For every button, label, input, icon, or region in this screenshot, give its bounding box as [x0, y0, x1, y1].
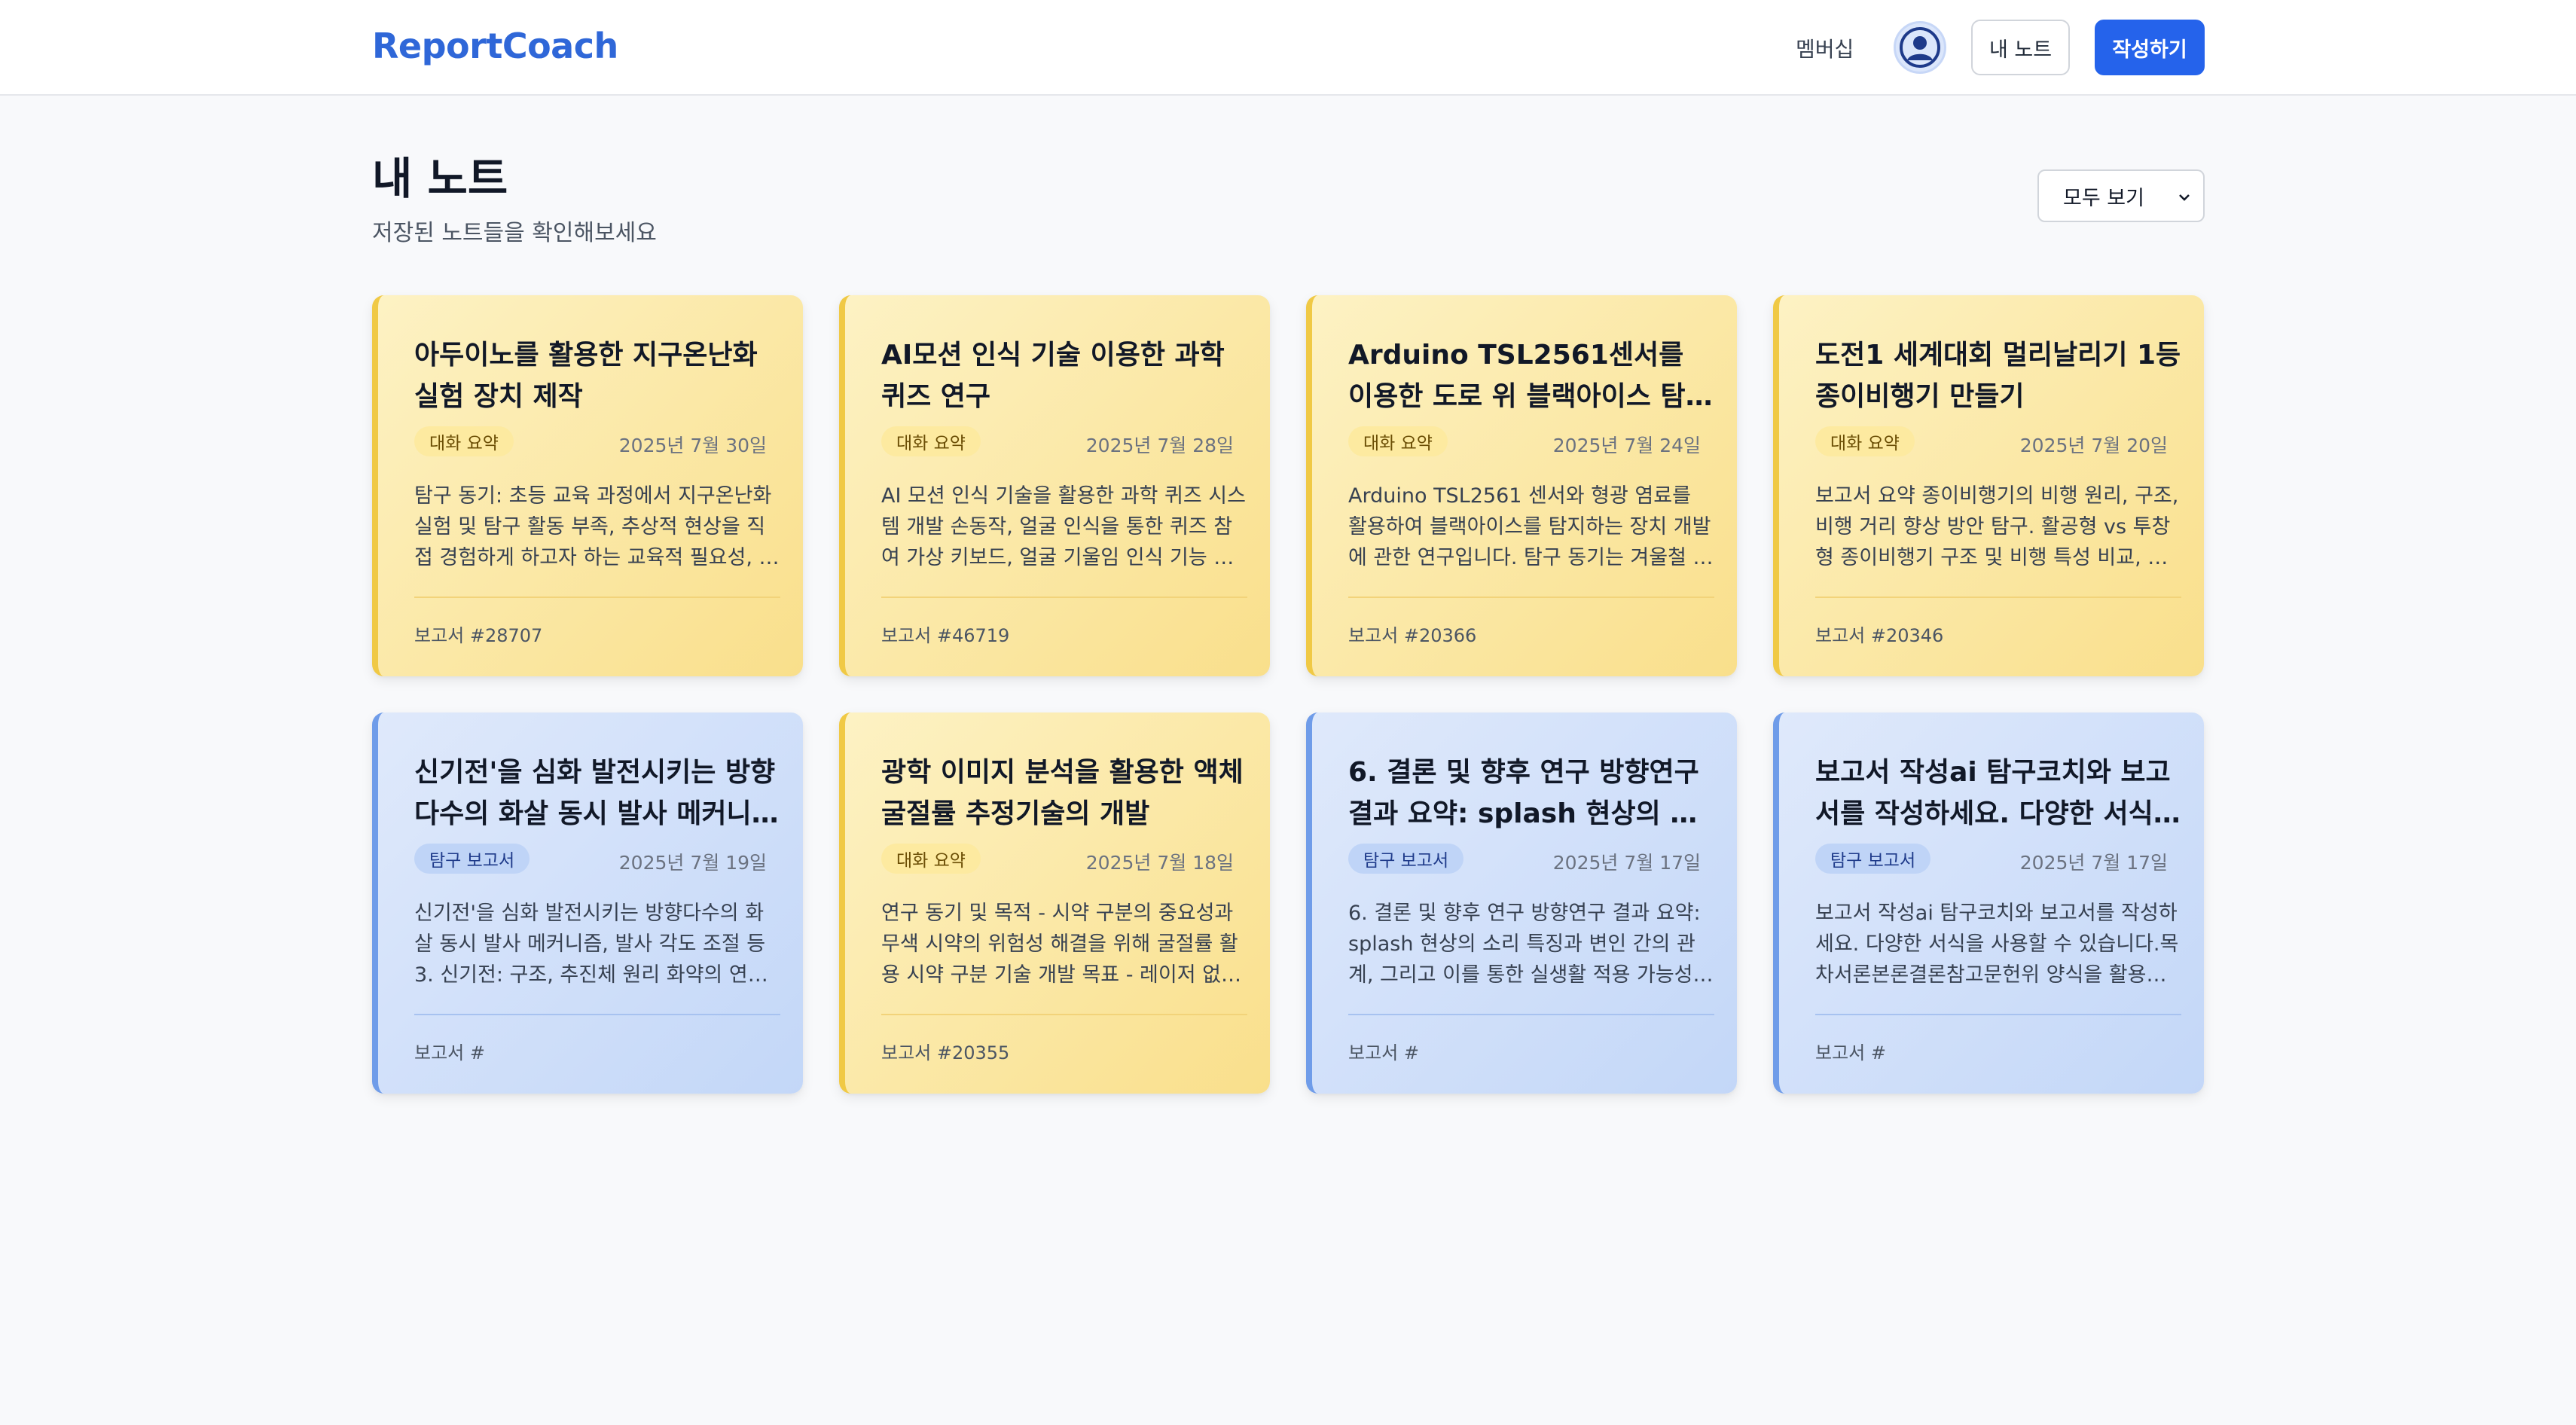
note-type-badge: 탐구 보고서	[414, 844, 530, 874]
note-description: 탐구 동기: 초등 교육 과정에서 지구온난화 실험 및 탐구 활동 부족, 추…	[414, 484, 778, 569]
report-number: 보고서 #46719	[881, 625, 1010, 646]
note-date: 2025년 7월 17일	[2019, 852, 2168, 874]
note-description: Arduino TSL2561 센서와 형광 염료를 활용하여 블랙아이스를 탐…	[1348, 484, 1712, 569]
note-type-badge: 대화 요약	[414, 426, 514, 456]
report-number: 보고서 #	[1348, 1042, 1419, 1063]
note-card[interactable]: AI모션 인식 기술 이용한 과학 퀴즈 연구 대화 요약 2025년 7월 2…	[839, 295, 1270, 676]
report-number: 보고서 #28707	[414, 625, 543, 646]
filter-select[interactable]: 모두 보기	[2037, 169, 2205, 222]
user-profile-icon	[1900, 27, 1940, 68]
page-subtitle: 저장된 노트들을 확인해보세요	[372, 220, 657, 246]
membership-link[interactable]: 멤버십	[1796, 33, 1854, 63]
brand-logo[interactable]: ReportCoach	[372, 26, 618, 66]
note-date: 2025년 7월 18일	[1085, 852, 1234, 874]
note-card[interactable]: 신기전'을 심화 발전시키는 방향다수의 화살 동시 발사 메커니즘 연구 탐구…	[372, 712, 803, 1094]
card-divider	[1348, 597, 1714, 598]
report-number: 보고서 #20346	[1815, 625, 1944, 646]
note-type-badge: 대화 요약	[1348, 426, 1448, 456]
top-navigation-bar: ReportCoach 멤버십 내 노트 작성하기	[0, 0, 2576, 96]
card-divider	[881, 597, 1247, 598]
chevron-down-icon	[2179, 194, 2190, 201]
note-card-title: 광학 이미지 분석을 활용한 액체 굴절률 추정기술의 개발	[881, 757, 1244, 829]
card-divider	[881, 1014, 1247, 1015]
write-button[interactable]: 작성하기	[2095, 20, 2205, 75]
note-description: 보고서 요약 종이비행기의 비행 원리, 구조, 비행 거리 향상 방안 탐구.…	[1815, 484, 2179, 569]
note-type-badge: 대화 요약	[881, 426, 981, 456]
note-type-badge: 탐구 보고서	[1815, 844, 1931, 874]
note-type-badge: 대화 요약	[1815, 426, 1915, 456]
page-title: 내 노트	[372, 153, 508, 204]
note-card-title: 신기전'을 심화 발전시키는 방향다수의 화살 동시 발사 메커니즘 연구	[414, 757, 777, 829]
report-number: 보고서 #20355	[881, 1042, 1010, 1063]
note-type-badge: 탐구 보고서	[1348, 844, 1464, 874]
note-card[interactable]: 보고서 작성ai 탐구코치와 보고서를 작성하세요. 다양한 서식을 사용할 수…	[1773, 712, 2204, 1094]
note-description: AI 모션 인식 기술을 활용한 과학 퀴즈 시스템 개발 손동작, 얼굴 인식…	[881, 484, 1246, 569]
card-divider	[1815, 597, 2181, 598]
note-description: 6. 결론 및 향후 연구 방향연구 결과 요약: splash 현상의 소리 …	[1348, 902, 1701, 987]
card-divider	[1815, 1014, 2181, 1015]
note-description: 신기전'을 심화 발전시키는 방향다수의 화살 동시 발사 메커니즘, 발사 각…	[414, 902, 767, 987]
note-card-title: 보고서 작성ai 탐구코치와 보고서를 작성하세요. 다양한 서식을 사용할 수…	[1815, 757, 2178, 829]
user-avatar-button[interactable]	[1894, 21, 1946, 74]
note-card-title: Arduino TSL2561센서를 이용한 도로 위 블랙아이스 탐지 장치 …	[1348, 340, 1711, 412]
note-date: 2025년 7월 20일	[2019, 435, 2168, 456]
note-card-title: 6. 결론 및 향후 연구 방향연구 결과 요약: splash 현상의 소리 …	[1348, 757, 1699, 829]
note-date: 2025년 7월 28일	[1085, 435, 1234, 456]
note-card[interactable]: 광학 이미지 분석을 활용한 액체 굴절률 추정기술의 개발 대화 요약 202…	[839, 712, 1270, 1094]
note-card[interactable]: 아두이노를 활용한 지구온난화 실험 장치 제작 대화 요약 2025년 7월 …	[372, 295, 803, 676]
report-number: 보고서 #	[414, 1042, 485, 1063]
filter-selected-value: 모두 보기	[2063, 186, 2144, 210]
my-notes-button[interactable]: 내 노트	[1971, 20, 2070, 75]
note-card-title: 도전1 세계대회 멀리날리기 1등 종이비행기 만들기	[1815, 340, 2181, 412]
note-description: 보고서 작성ai 탐구코치와 보고서를 작성하세요. 다양한 서식을 사용할 수…	[1815, 902, 2179, 987]
card-divider	[414, 1014, 780, 1015]
note-card-title: AI모션 인식 기술 이용한 과학 퀴즈 연구	[881, 340, 1225, 412]
note-card[interactable]: Arduino TSL2561센서를 이용한 도로 위 블랙아이스 탐지 장치 …	[1306, 295, 1737, 676]
note-date: 2025년 7월 30일	[618, 435, 767, 456]
note-description: 연구 동기 및 목적 - 시약 구분의 중요성과 무색 시약의 위험성 해결을 …	[881, 902, 1240, 987]
card-divider	[414, 597, 780, 598]
note-date: 2025년 7월 24일	[1552, 435, 1701, 456]
report-number: 보고서 #20366	[1348, 625, 1477, 646]
note-date: 2025년 7월 19일	[618, 852, 767, 874]
note-card[interactable]: 6. 결론 및 향후 연구 방향연구 결과 요약: splash 현상의 소리 …	[1306, 712, 1737, 1094]
report-number: 보고서 #	[1815, 1042, 1886, 1063]
note-type-badge: 대화 요약	[881, 844, 981, 874]
note-date: 2025년 7월 17일	[1552, 852, 1701, 874]
card-divider	[1348, 1014, 1714, 1015]
note-card[interactable]: 도전1 세계대회 멀리날리기 1등 종이비행기 만들기 대화 요약 2025년 …	[1773, 295, 2204, 676]
note-card-title: 아두이노를 활용한 지구온난화 실험 장치 제작	[414, 340, 758, 412]
